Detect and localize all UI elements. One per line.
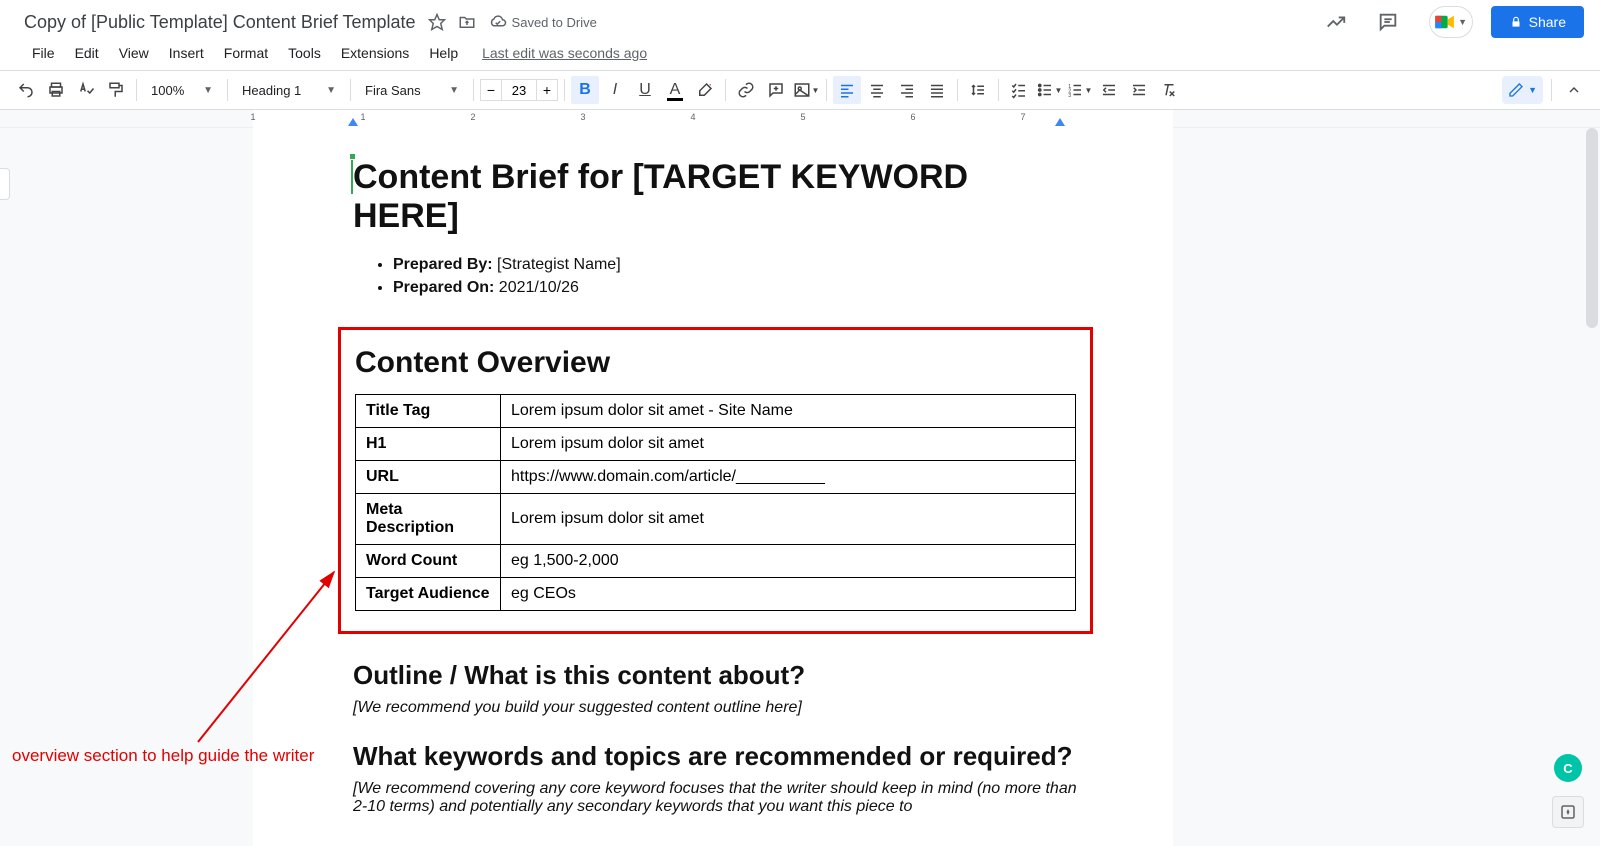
user-badge[interactable]: C: [1554, 754, 1582, 782]
text-color-button[interactable]: A: [661, 76, 689, 104]
add-comment-button[interactable]: [762, 76, 790, 104]
editing-mode-button[interactable]: ▼: [1502, 76, 1543, 104]
align-center-button[interactable]: [863, 76, 891, 104]
clear-formatting-button[interactable]: [1155, 76, 1183, 104]
list-item[interactable]: Prepared By: [Strategist Name]: [393, 256, 1083, 274]
print-button[interactable]: [42, 76, 70, 104]
indent-increase-button[interactable]: [1125, 76, 1153, 104]
overview-heading[interactable]: Content Overview: [355, 346, 1076, 380]
share-button[interactable]: Share: [1491, 6, 1584, 38]
table-row: URLhttps://www.domain.com/article/______…: [356, 461, 1076, 494]
insert-link-button[interactable]: [732, 76, 760, 104]
italic-button[interactable]: I: [601, 76, 629, 104]
font-size-value[interactable]: 23: [502, 79, 536, 101]
meet-button[interactable]: ▼: [1429, 6, 1473, 38]
list-item[interactable]: Prepared On: 2021/10/26: [393, 279, 1083, 297]
doc-heading-1[interactable]: Content Brief for [TARGET KEYWORD HERE]: [353, 158, 1083, 236]
star-icon[interactable]: [428, 13, 446, 31]
share-label: Share: [1529, 14, 1566, 30]
document-canvas[interactable]: Content Brief for [TARGET KEYWORD HERE] …: [0, 128, 1600, 846]
menu-insert[interactable]: Insert: [161, 41, 212, 65]
checklist-button[interactable]: [1005, 76, 1033, 104]
highlight-button[interactable]: [691, 76, 719, 104]
menu-tools[interactable]: Tools: [280, 41, 329, 65]
right-indent-marker[interactable]: [1055, 118, 1065, 126]
paragraph-style-select[interactable]: Heading 1▼: [234, 77, 344, 103]
title-bar: Copy of [Public Template] Content Brief …: [0, 0, 1600, 36]
numbered-list-button[interactable]: 123▼: [1065, 76, 1093, 104]
font-size-control: − 23 +: [480, 79, 558, 101]
outline-collapse-tab[interactable]: [0, 168, 10, 200]
menu-view[interactable]: View: [111, 41, 157, 65]
document-page[interactable]: Content Brief for [TARGET KEYWORD HERE] …: [253, 128, 1173, 846]
font-select[interactable]: Fira Sans▼: [357, 77, 467, 103]
svg-text:3: 3: [1068, 93, 1071, 99]
caret-down-icon: ▼: [1458, 17, 1467, 27]
text-cursor: [351, 160, 353, 194]
align-right-button[interactable]: [893, 76, 921, 104]
menu-edit[interactable]: Edit: [67, 41, 107, 65]
table-row: Meta DescriptionLorem ipsum dolor sit am…: [356, 494, 1076, 545]
line-spacing-button[interactable]: [964, 76, 992, 104]
undo-button[interactable]: [12, 76, 40, 104]
font-size-decrease[interactable]: −: [480, 79, 502, 101]
saved-status: Saved to Drive: [512, 15, 597, 30]
menu-help[interactable]: Help: [421, 41, 466, 65]
menu-bar: File Edit View Insert Format Tools Exten…: [0, 36, 1600, 70]
table-row: H1Lorem ipsum dolor sit amet: [356, 428, 1076, 461]
align-justify-button[interactable]: [923, 76, 951, 104]
last-edit-link[interactable]: Last edit was seconds ago: [482, 45, 647, 61]
spellcheck-button[interactable]: [72, 76, 100, 104]
table-row: Target Audienceeg CEOs: [356, 578, 1076, 611]
ruler[interactable]: 1 1 2 3 4 5 6 7: [0, 110, 1600, 128]
explore-icon: [1559, 803, 1577, 821]
comments-icon[interactable]: [1377, 11, 1399, 33]
lock-icon: [1509, 15, 1523, 29]
zoom-select[interactable]: 100%▼: [143, 77, 221, 103]
paint-format-button[interactable]: [102, 76, 130, 104]
move-to-folder-icon[interactable]: [458, 13, 476, 31]
section-note[interactable]: [We recommend covering any core keyword …: [353, 780, 1083, 816]
document-title[interactable]: Copy of [Public Template] Content Brief …: [24, 12, 416, 33]
collapse-toolbar-button[interactable]: [1560, 76, 1588, 104]
section-heading-outline[interactable]: Outline / What is this content about?: [353, 660, 1083, 691]
underline-button[interactable]: U: [631, 76, 659, 104]
cursor-indicator: [350, 154, 355, 159]
menu-file[interactable]: File: [24, 41, 63, 65]
caret-down-icon: ▼: [1528, 85, 1537, 95]
font-size-increase[interactable]: +: [536, 79, 558, 101]
insert-image-button[interactable]: ▼: [792, 76, 820, 104]
meta-list[interactable]: Prepared By: [Strategist Name] Prepared …: [393, 256, 1083, 297]
cloud-saved-icon[interactable]: Saved to Drive: [488, 13, 597, 31]
annotation-text: overview section to help guide the write…: [12, 746, 314, 766]
bullet-list-button[interactable]: ▼: [1035, 76, 1063, 104]
align-left-button[interactable]: [833, 76, 861, 104]
table-row: Title TagLorem ipsum dolor sit amet - Si…: [356, 395, 1076, 428]
content-overview-section: Content Overview Title TagLorem ipsum do…: [338, 327, 1093, 634]
explore-button[interactable]: [1552, 796, 1584, 828]
toolbar: 100%▼ Heading 1▼ Fira Sans▼ − 23 + B I U…: [0, 70, 1600, 110]
overview-table[interactable]: Title TagLorem ipsum dolor sit amet - Si…: [355, 394, 1076, 611]
indent-decrease-button[interactable]: [1095, 76, 1123, 104]
activity-icon[interactable]: [1325, 11, 1347, 33]
table-row: Word Counteg 1,500-2,000: [356, 545, 1076, 578]
bold-button[interactable]: B: [571, 76, 599, 104]
left-indent-marker[interactable]: [348, 118, 358, 126]
section-heading-keywords[interactable]: What keywords and topics are recommended…: [353, 741, 1083, 772]
vertical-scrollbar[interactable]: [1586, 128, 1598, 328]
menu-format[interactable]: Format: [216, 41, 276, 65]
pencil-icon: [1508, 82, 1524, 98]
menu-extensions[interactable]: Extensions: [333, 41, 417, 65]
section-note[interactable]: [We recommend you build your suggested c…: [353, 699, 1083, 717]
